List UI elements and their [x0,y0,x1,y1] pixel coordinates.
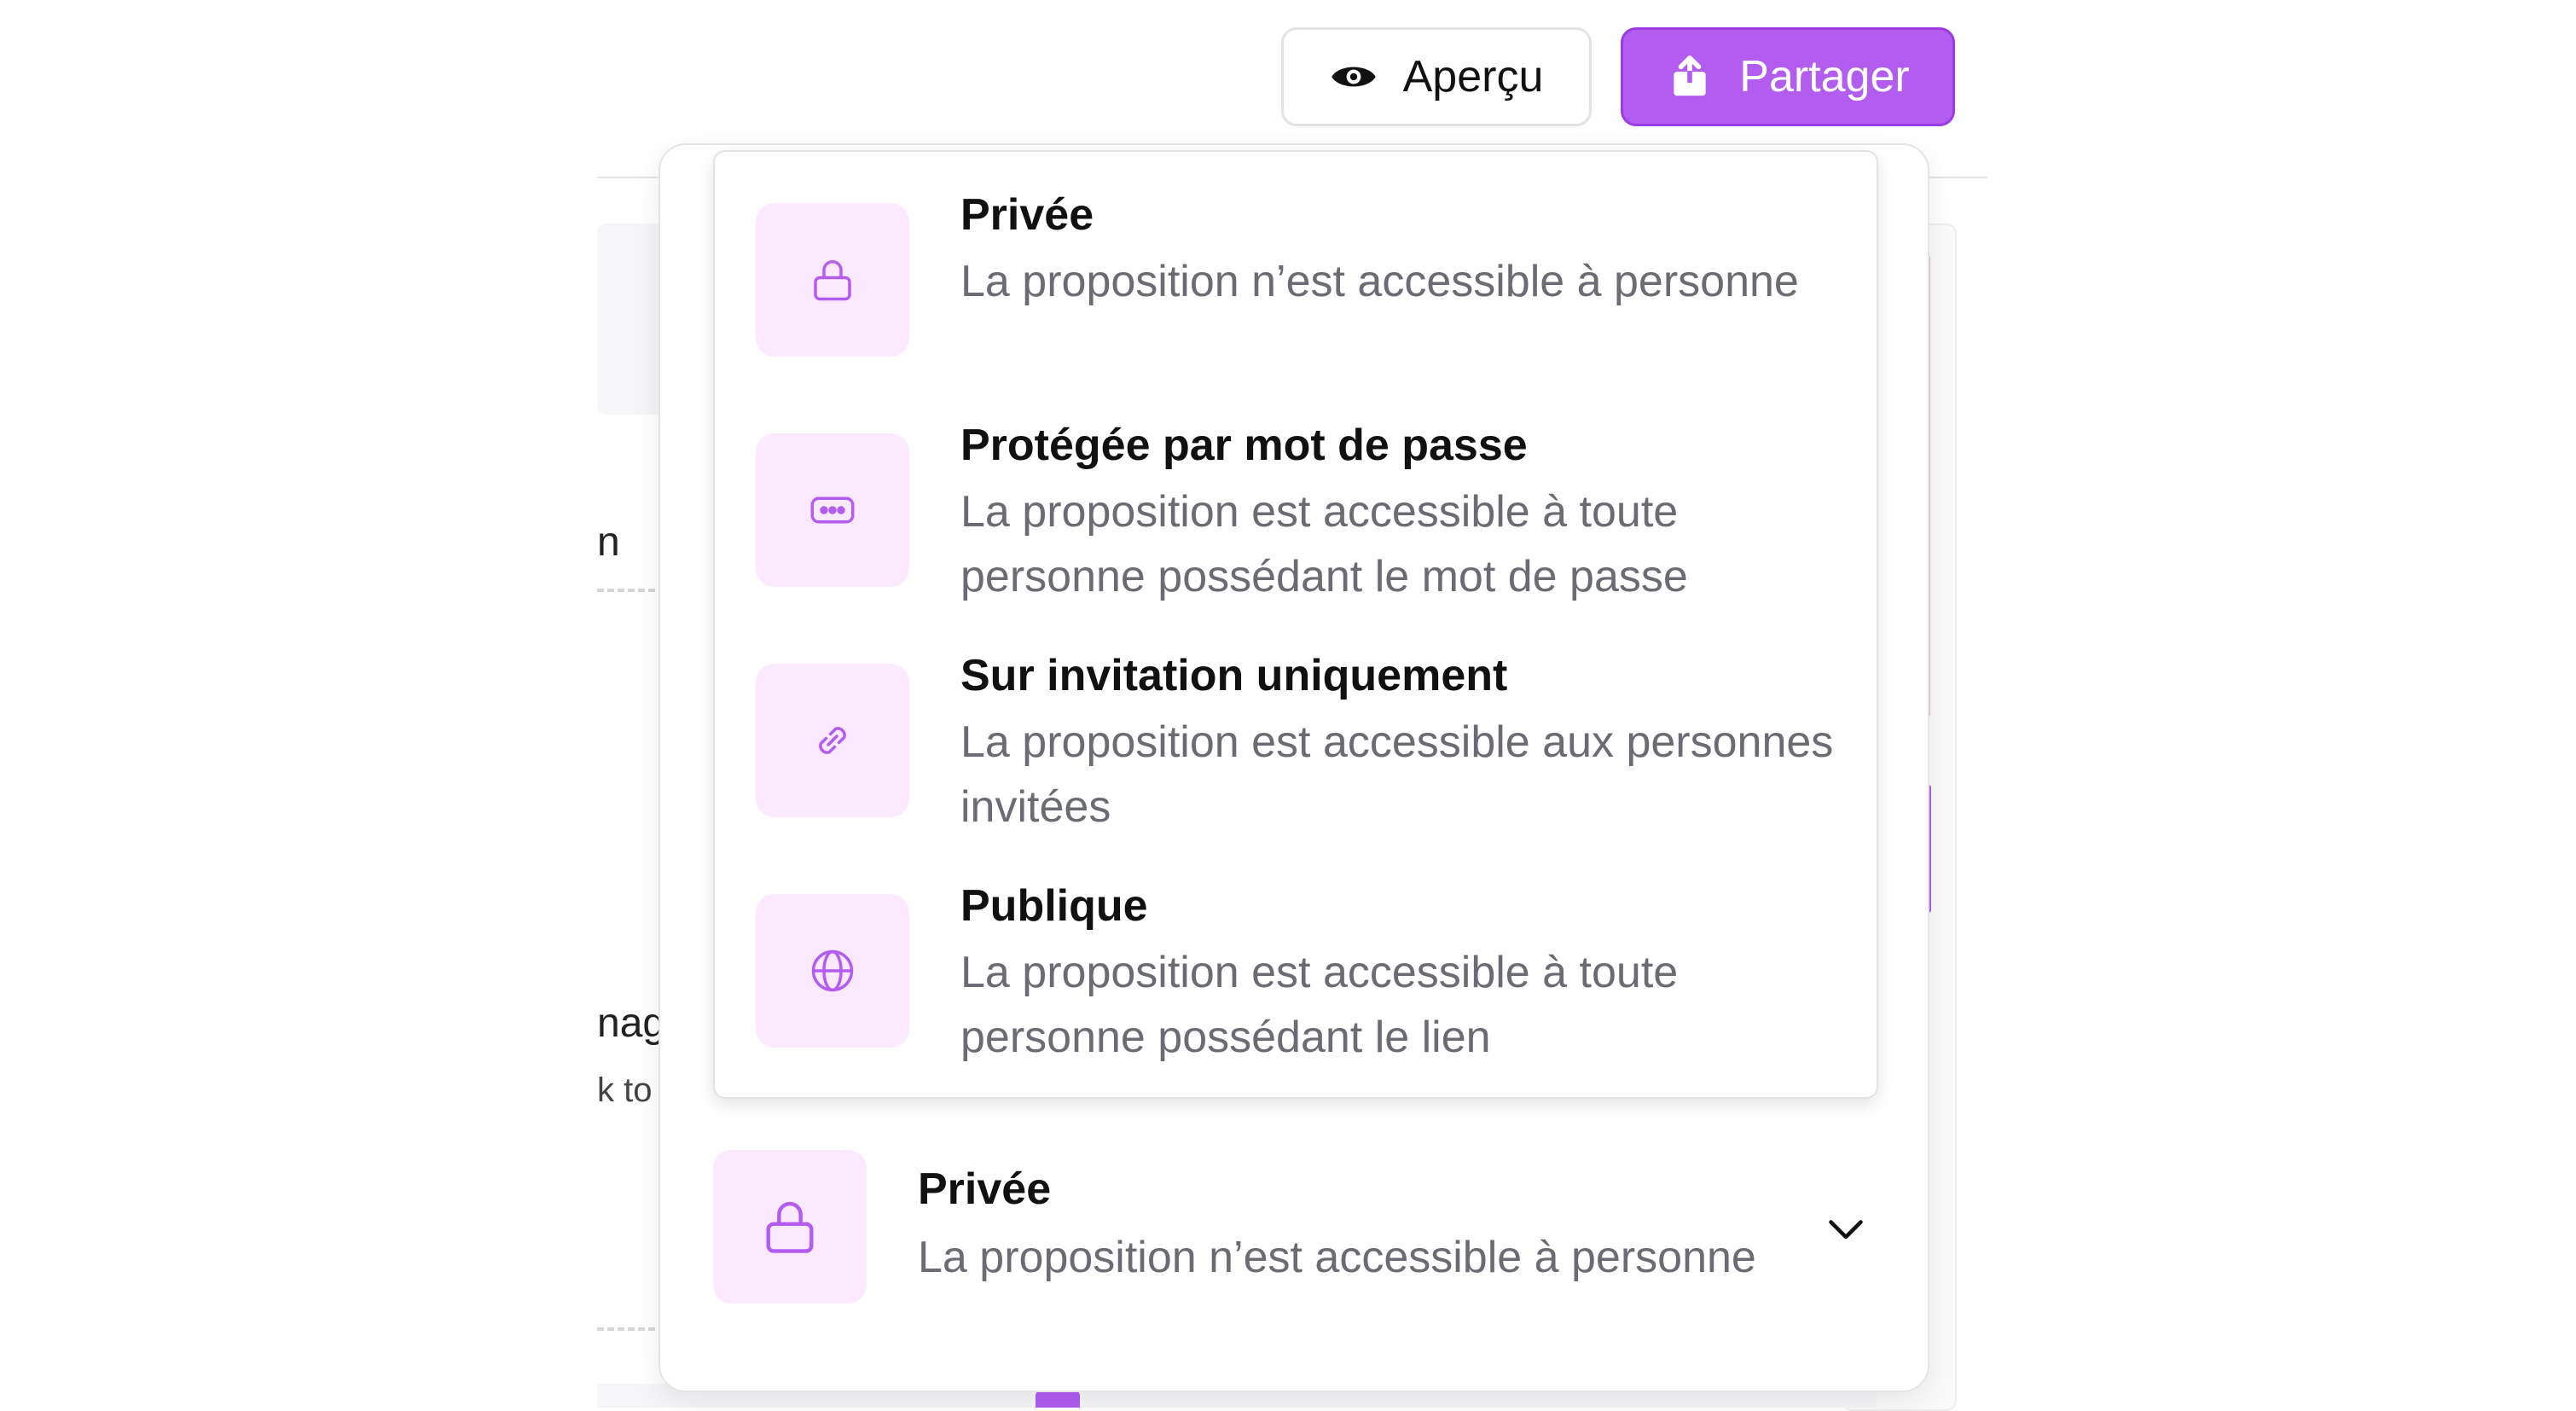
link-icon [756,664,909,817]
preview-button-label: Aperçu [1402,52,1544,102]
globe-icon [756,894,909,1048]
option-description: La proposition est accessible à toute pe… [960,948,1679,1062]
share-button-label: Partager [1739,52,1910,102]
option-title: Protégée par mot de passe [960,421,1528,470]
option-title: Publique [960,881,1148,931]
password-icon [756,433,909,587]
chevron-down-icon[interactable] [1820,1203,1871,1254]
selected-visibility-description: La proposition n’est accessible à person… [918,1233,1756,1282]
visibility-option-invitation[interactable]: Sur invitation uniquement La proposition… [756,613,1848,832]
lock-icon [756,203,909,357]
option-title: Privée [960,190,1094,240]
selected-visibility-title: Privée [918,1164,1052,1214]
background-purple-marker [1036,1391,1080,1408]
eye-icon [1330,53,1378,101]
share-icon [1666,53,1714,101]
lock-icon [713,1150,867,1304]
preview-button[interactable]: Aperçu [1281,27,1592,126]
option-description: La proposition n’est accessible à person… [960,257,1799,306]
background-text-fragment: n [597,520,620,565]
option-description: La proposition est accessible aux person… [960,717,1834,832]
background-dashed-divider [597,1327,665,1331]
background-dashed-divider [597,589,665,592]
share-button[interactable]: Partager [1621,27,1955,126]
visibility-select[interactable]: Privée La proposition n’est accessible à… [713,1150,1873,1304]
option-title: Sur invitation uniquement [960,651,1508,700]
background-text-fragment: nag [597,1001,666,1046]
visibility-dropdown-menu: Privée La proposition n’est accessible à… [713,150,1878,1099]
visibility-option-public[interactable]: Publique La proposition est accessible à… [756,843,1848,1062]
visibility-option-private[interactable]: Privée La proposition n’est accessible à… [756,152,1848,357]
background-text-fragment: k to [597,1071,653,1109]
visibility-option-password[interactable]: Protégée par mot de passe La proposition… [756,382,1848,601]
option-description: La proposition est accessible à toute pe… [960,487,1688,601]
